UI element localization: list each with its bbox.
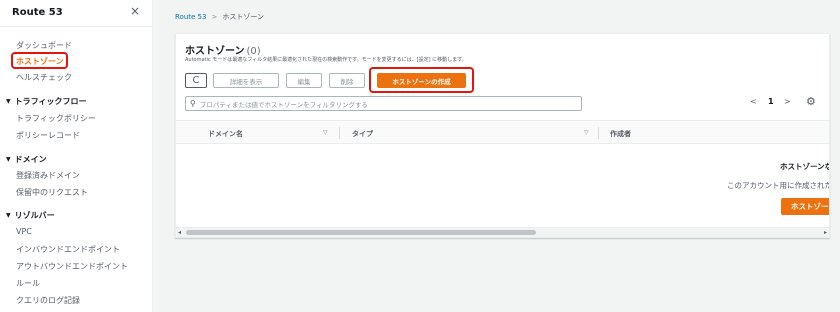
sidebar-divider — [0, 26, 153, 27]
sidebar-item-query-logging[interactable]: クエリのログ記録 — [16, 295, 80, 306]
pagination-page[interactable]: 1 — [768, 97, 774, 106]
scroll-right-icon[interactable]: ▸ — [824, 229, 827, 236]
sidebar-item-pending-requests[interactable]: 保留中のリクエスト — [16, 187, 88, 198]
breadcrumb: Route 53 > ホストゾーン — [175, 12, 264, 22]
search-icon: ⚲ — [190, 99, 196, 108]
empty-state-description: このアカウント用に作成された — [727, 181, 830, 190]
sidebar-item-dashboard[interactable]: ダッシュボード — [16, 40, 72, 51]
side-navigation: Route 53 × ダッシュボード ホストゾーン ヘルスチェック ▼ トラフィッ… — [0, 0, 153, 312]
table-header: ドメイン名 ▽ タイプ ▽ 作成者 — [176, 120, 829, 144]
breadcrumb-link-route53[interactable]: Route 53 — [175, 13, 206, 21]
delete-button[interactable]: 削除 — [329, 73, 365, 88]
column-header-domain[interactable]: ドメイン名 — [208, 129, 243, 139]
scrollbar-thumb[interactable] — [186, 230, 536, 235]
sidebar-section-traffic-flow[interactable]: ▼ トラフィックフロー — [6, 96, 86, 107]
sidebar-item-vpc[interactable]: VPC — [16, 227, 32, 236]
column-divider — [598, 127, 599, 139]
page-title: ホストゾーン (0) — [185, 42, 261, 57]
caret-down-icon: ▼ — [6, 98, 11, 105]
sidebar-item-health-checks[interactable]: ヘルスチェック — [16, 72, 72, 83]
search-input[interactable]: ⚲ プロパティまたは値でホストゾーンをフィルタリングする — [185, 96, 582, 111]
sidebar-item-outbound-endpoints[interactable]: アウトバウンドエンドポイント — [16, 261, 128, 272]
close-icon[interactable]: × — [130, 4, 140, 18]
gear-icon[interactable]: ⚙ — [806, 95, 816, 108]
panel-description: Automatic モードは最適なフィルタ結果に最適化された現在の検索動作です。… — [185, 57, 467, 63]
sidebar-section-resolver[interactable]: ▼ リゾルバー — [6, 210, 55, 221]
column-header-type[interactable]: タイプ — [352, 129, 373, 139]
sidebar-item-inbound-endpoints[interactable]: インバウンドエンドポイント — [16, 244, 120, 255]
refresh-button[interactable]: C — [185, 73, 207, 88]
refresh-icon: C — [192, 75, 200, 86]
sort-icon[interactable]: ▽ — [323, 129, 328, 136]
sidebar-section-domains[interactable]: ▼ ドメイン — [6, 154, 47, 165]
caret-down-icon: ▼ — [6, 156, 11, 163]
pagination-next[interactable]: > — [784, 97, 791, 106]
breadcrumb-separator: > — [211, 13, 218, 21]
column-header-created-by[interactable]: 作成者 — [610, 129, 631, 139]
sidebar-item-traffic-policies[interactable]: トラフィックポリシー — [16, 113, 96, 124]
pagination-prev[interactable]: < — [750, 97, 757, 106]
sidebar-item-rules[interactable]: ルール — [16, 278, 40, 289]
sort-icon[interactable]: ▽ — [584, 129, 589, 136]
sidebar-title: Route 53 — [12, 7, 63, 18]
sidebar-item-registered-domains[interactable]: 登録済みドメイン — [16, 170, 80, 181]
hosted-zones-panel: ホストゾーン (0) Automatic モードは最適なフィルタ結果に最適化された… — [175, 33, 830, 238]
sidebar-item-policy-records[interactable]: ポリシーレコード — [16, 130, 80, 141]
sidebar-section-label: リゾルバー — [14, 211, 55, 220]
sidebar-section-label: ドメイン — [14, 155, 47, 164]
empty-state-title: ホストゾーンな — [780, 162, 830, 171]
sidebar-section-label: トラフィックフロー — [14, 97, 87, 106]
highlight-box-create — [369, 67, 474, 93]
view-details-button[interactable]: 詳細を表示 — [213, 73, 279, 88]
breadcrumb-current: ホストゾーン — [222, 13, 264, 21]
search-placeholder: プロパティまたは値でホストゾーンをフィルタリングする — [199, 100, 369, 109]
horizontal-scrollbar[interactable]: ◂ ▸ — [176, 227, 829, 237]
scroll-left-icon[interactable]: ◂ — [178, 229, 181, 236]
empty-create-button[interactable]: ホストゾー — [781, 198, 829, 215]
edit-button[interactable]: 編集 — [286, 73, 322, 88]
caret-down-icon: ▼ — [6, 212, 11, 219]
highlight-box-sidebar — [11, 52, 68, 69]
column-divider — [339, 127, 340, 139]
